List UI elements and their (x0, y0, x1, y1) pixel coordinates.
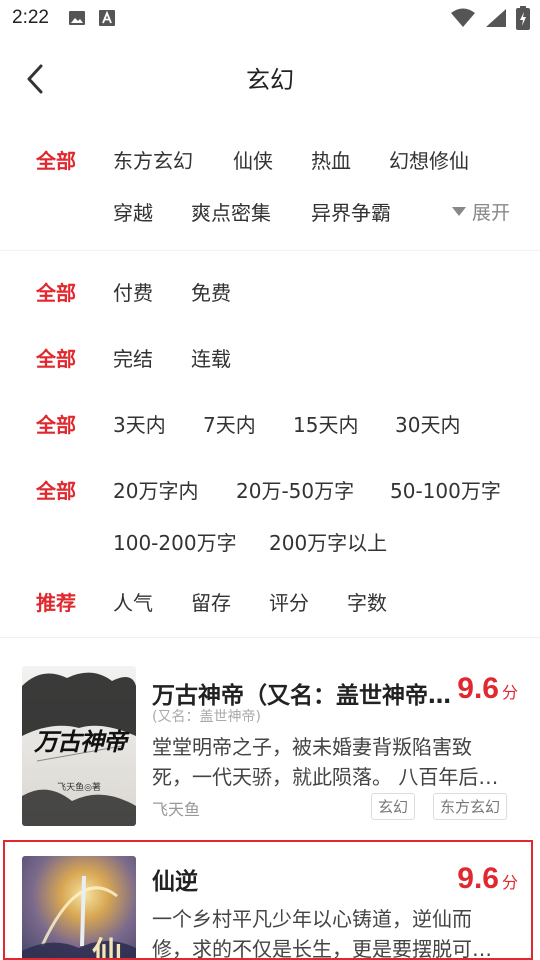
filter-wordcount-option[interactable]: 50-100万字 (390, 475, 501, 504)
description-line: 死，一代天骄，就此陨落。 八百年后… (152, 765, 499, 789)
book-tag[interactable]: 玄幻 (371, 793, 416, 820)
filter-category-option[interactable]: 异界争霸 (311, 197, 391, 226)
filter-payment-option[interactable]: 免费 (191, 277, 231, 306)
status-time: 2:22 (12, 7, 49, 28)
wifi-icon (451, 8, 475, 27)
cover-author: 飞天鱼◎著 (57, 783, 101, 793)
book-score: 9.6 分 (457, 672, 518, 706)
filter-update-option[interactable]: 30天内 (395, 409, 460, 438)
page-title: 玄幻 (246, 66, 294, 94)
score-unit: 分 (501, 685, 518, 702)
text-a-icon (99, 10, 115, 26)
divider (0, 250, 540, 251)
selection-highlight (3, 840, 533, 960)
triangle-down-icon (452, 207, 466, 216)
filter-wordcount-all[interactable]: 全部 (36, 475, 76, 504)
expand-button[interactable]: 展开 (452, 198, 510, 225)
book-tag[interactable]: 东方玄幻 (433, 793, 508, 820)
filter-category-option[interactable]: 东方玄幻 (113, 145, 193, 174)
filter-panel: 全部 东方玄幻 仙侠 热血 幻想修仙 穿越 爽点密集 异界争霸 展开 全部 付费… (0, 118, 540, 638)
filter-category-option[interactable]: 穿越 (113, 197, 153, 226)
score-value: 9.6 (457, 672, 499, 705)
filter-category-option[interactable]: 爽点密集 (191, 197, 271, 226)
cover-title: 万古神帝 (34, 727, 127, 756)
filter-payment-option[interactable]: 付费 (113, 277, 153, 306)
filter-status-all[interactable]: 全部 (36, 343, 76, 372)
book-title[interactable]: 万古神帝（又名：盖世神帝… (152, 676, 462, 710)
filter-category-option[interactable]: 仙侠 (233, 145, 273, 174)
filter-update-option[interactable]: 7天内 (203, 409, 256, 438)
description-line: 堂堂明帝之子，被未婚妻背叛陷害致 (152, 735, 472, 759)
book-author: 飞天鱼 (152, 800, 201, 819)
sort-option[interactable]: 评分 (269, 587, 309, 616)
filter-wordcount-option[interactable]: 200万字以上 (269, 527, 387, 556)
sort-option[interactable]: 人气 (113, 587, 153, 616)
book-item[interactable]: 万古神帝 飞天鱼◎著 万古神帝（又名：盖世神帝… 9.6 分 (又名：盖世神帝) … (0, 660, 540, 835)
image-icon (69, 11, 85, 25)
filter-category-option[interactable]: 幻想修仙 (389, 145, 469, 174)
filter-payment-all[interactable]: 全部 (36, 277, 76, 306)
sort-option[interactable]: 留存 (191, 587, 231, 616)
book-alias: (又名：盖世神帝) (152, 709, 261, 725)
filter-wordcount-option[interactable]: 100-200万字 (113, 527, 237, 556)
sort-recommend[interactable]: 推荐 (36, 587, 76, 616)
filter-status-option[interactable]: 完结 (113, 343, 153, 372)
filter-update-option[interactable]: 15天内 (293, 409, 358, 438)
filter-status-option[interactable]: 连载 (191, 343, 231, 372)
filter-wordcount-option[interactable]: 20万-50万字 (236, 475, 354, 504)
status-bar: 2:22 (0, 0, 540, 40)
filter-category-option[interactable]: 热血 (311, 145, 351, 174)
expand-label: 展开 (472, 202, 511, 224)
filter-wordcount-option[interactable]: 20万字内 (113, 475, 198, 504)
sort-option[interactable]: 字数 (347, 587, 387, 616)
filter-update-all[interactable]: 全部 (36, 409, 76, 438)
battery-charging-icon (516, 6, 530, 30)
book-description: 堂堂明帝之子，被未婚妻背叛陷害致 死，一代天骄，就此陨落。 八百年后… (152, 732, 512, 792)
filter-category-all[interactable]: 全部 (36, 145, 76, 174)
filter-update-option[interactable]: 3天内 (113, 409, 166, 438)
nav-header: 玄幻 (0, 40, 540, 118)
signal-icon (486, 9, 506, 27)
book-cover[interactable]: 万古神帝 飞天鱼◎著 (22, 666, 136, 826)
